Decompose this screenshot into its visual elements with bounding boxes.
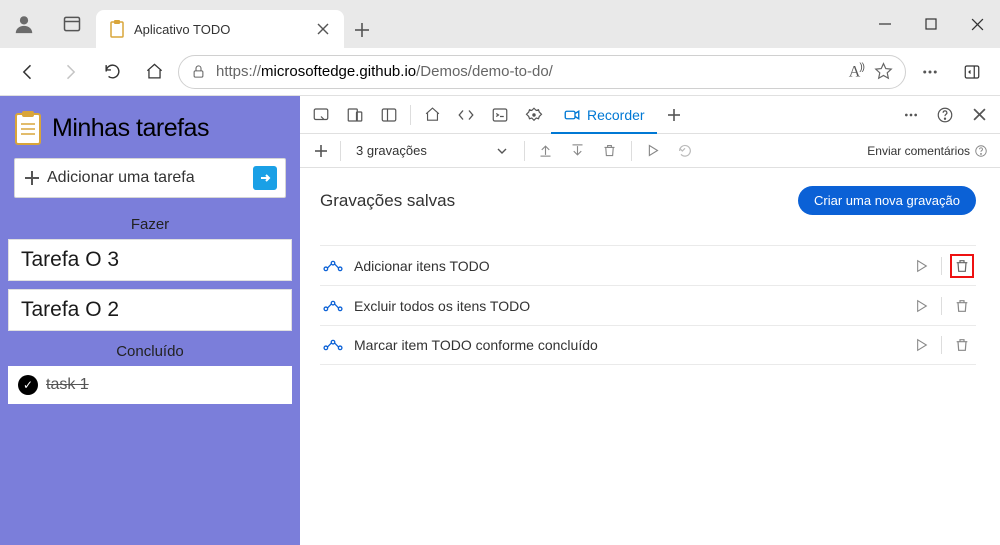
feedback-link[interactable]: Enviar comentários xyxy=(867,144,992,158)
recordings-dropdown[interactable]: 3 gravações xyxy=(347,138,518,164)
task-done-text: task 1 xyxy=(46,376,89,394)
camera-icon xyxy=(563,106,581,124)
elements-tab-icon[interactable] xyxy=(449,98,483,132)
chevron-down-icon xyxy=(497,146,507,156)
delete-recording-button[interactable] xyxy=(950,294,974,318)
todo-header: Minhas tarefas xyxy=(0,96,300,158)
task-done-item[interactable]: ✓ task 1 xyxy=(8,366,292,404)
profile-button[interactable] xyxy=(0,0,48,48)
inspect-element-icon[interactable] xyxy=(304,98,338,132)
recording-name: Marcar item TODO conforme concluído xyxy=(354,337,899,353)
tab-favicon xyxy=(108,20,126,38)
workspaces-button[interactable] xyxy=(48,0,96,48)
devtools-tab-bar: Recorder xyxy=(300,96,1000,134)
help-icon xyxy=(974,144,988,158)
devtools-help-icon[interactable] xyxy=(928,98,962,132)
tab-close-button[interactable] xyxy=(312,18,334,40)
recording-row[interactable]: Excluir todos os itens TODO xyxy=(320,285,976,325)
recorder-toolbar: 3 gravações Enviar comentários xyxy=(300,134,1000,168)
browser-toolbar: https://microsoftedge.github.io/Demos/de… xyxy=(0,48,1000,96)
recording-name: Excluir todos os itens TODO xyxy=(354,298,899,314)
delete-recording-button[interactable] xyxy=(950,254,974,278)
back-button[interactable] xyxy=(10,54,46,90)
plus-icon xyxy=(23,169,41,187)
devtools-more-icon[interactable] xyxy=(894,98,928,132)
play-icon[interactable] xyxy=(638,136,668,166)
recording-row[interactable]: Adicionar itens TODO xyxy=(320,245,976,285)
close-window-button[interactable] xyxy=(954,0,1000,48)
maximize-button[interactable] xyxy=(908,0,954,48)
flow-icon xyxy=(322,299,344,313)
console-tab-icon[interactable] xyxy=(483,98,517,132)
add-task-label: Adicionar uma tarefa xyxy=(47,169,247,187)
task-text: Tarefa O 3 xyxy=(21,248,119,272)
device-toggle-icon[interactable] xyxy=(338,98,372,132)
delete-icon[interactable] xyxy=(595,136,625,166)
sidebar-toggle-button[interactable] xyxy=(954,54,990,90)
window-title-bar: Aplicativo TODO xyxy=(0,0,1000,48)
add-recording-icon[interactable] xyxy=(308,134,334,168)
check-circle-icon: ✓ xyxy=(18,375,38,395)
forward-button[interactable] xyxy=(52,54,88,90)
add-task-submit-button[interactable] xyxy=(253,166,277,190)
todo-app-pane: Minhas tarefas Adicionar uma tarefa Faze… xyxy=(0,96,300,545)
recordings-list: Adicionar itens TODO Excluir todos os it… xyxy=(320,245,976,365)
flow-icon xyxy=(322,338,344,352)
settings-menu-button[interactable] xyxy=(912,54,948,90)
window-controls xyxy=(862,0,1000,48)
flow-icon xyxy=(322,259,344,273)
recorder-tab-label: Recorder xyxy=(587,107,645,123)
home-button[interactable] xyxy=(136,54,172,90)
recording-row[interactable]: Marcar item TODO conforme concluído xyxy=(320,325,976,365)
delete-recording-button[interactable] xyxy=(950,333,974,357)
url-text: https://microsoftedge.github.io/Demos/de… xyxy=(216,63,839,80)
favorite-star-button[interactable] xyxy=(874,62,893,81)
play-recording-button[interactable] xyxy=(909,294,933,318)
task-item[interactable]: Tarefa O 2 xyxy=(8,289,292,331)
address-bar[interactable]: https://microsoftedge.github.io/Demos/de… xyxy=(178,55,906,89)
section-todo-label: Fazer xyxy=(0,212,300,239)
play-recording-button[interactable] xyxy=(909,254,933,278)
section-done-label: Concluído xyxy=(0,339,300,366)
sources-tab-icon[interactable] xyxy=(517,98,551,132)
recorder-tab[interactable]: Recorder xyxy=(551,97,657,133)
refresh-button[interactable] xyxy=(94,54,130,90)
more-tabs-button[interactable] xyxy=(657,98,691,132)
tab-title: Aplicativo TODO xyxy=(134,22,304,37)
todo-app-title: Minhas tarefas xyxy=(52,114,209,143)
read-aloud-button[interactable]: A)) xyxy=(849,62,864,81)
saved-recordings-title: Gravações salvas xyxy=(320,191,455,211)
recordings-dropdown-label: 3 gravações xyxy=(356,143,427,158)
step-icon[interactable] xyxy=(670,136,700,166)
task-text: Tarefa O 2 xyxy=(21,298,119,322)
clipboard-icon xyxy=(14,110,42,146)
task-item[interactable]: Tarefa O 3 xyxy=(8,239,292,281)
welcome-tab-icon[interactable] xyxy=(415,98,449,132)
panel-layout-icon[interactable] xyxy=(372,98,406,132)
recording-name: Adicionar itens TODO xyxy=(354,258,899,274)
minimize-button[interactable] xyxy=(862,0,908,48)
export-icon[interactable] xyxy=(531,136,561,166)
browser-tab[interactable]: Aplicativo TODO xyxy=(96,10,344,48)
new-tab-button[interactable] xyxy=(344,12,380,48)
feedback-label: Enviar comentários xyxy=(867,144,970,158)
devtools-pane: Recorder 3 gravações Enviar comentário xyxy=(300,96,1000,545)
create-new-recording-label: Criar uma nova gravação xyxy=(814,193,960,208)
import-icon[interactable] xyxy=(563,136,593,166)
create-new-recording-button[interactable]: Criar uma nova gravação xyxy=(798,186,976,215)
devtools-close-icon[interactable] xyxy=(962,98,996,132)
lock-icon xyxy=(191,64,206,79)
add-task-row[interactable]: Adicionar uma tarefa xyxy=(14,158,286,198)
play-recording-button[interactable] xyxy=(909,333,933,357)
